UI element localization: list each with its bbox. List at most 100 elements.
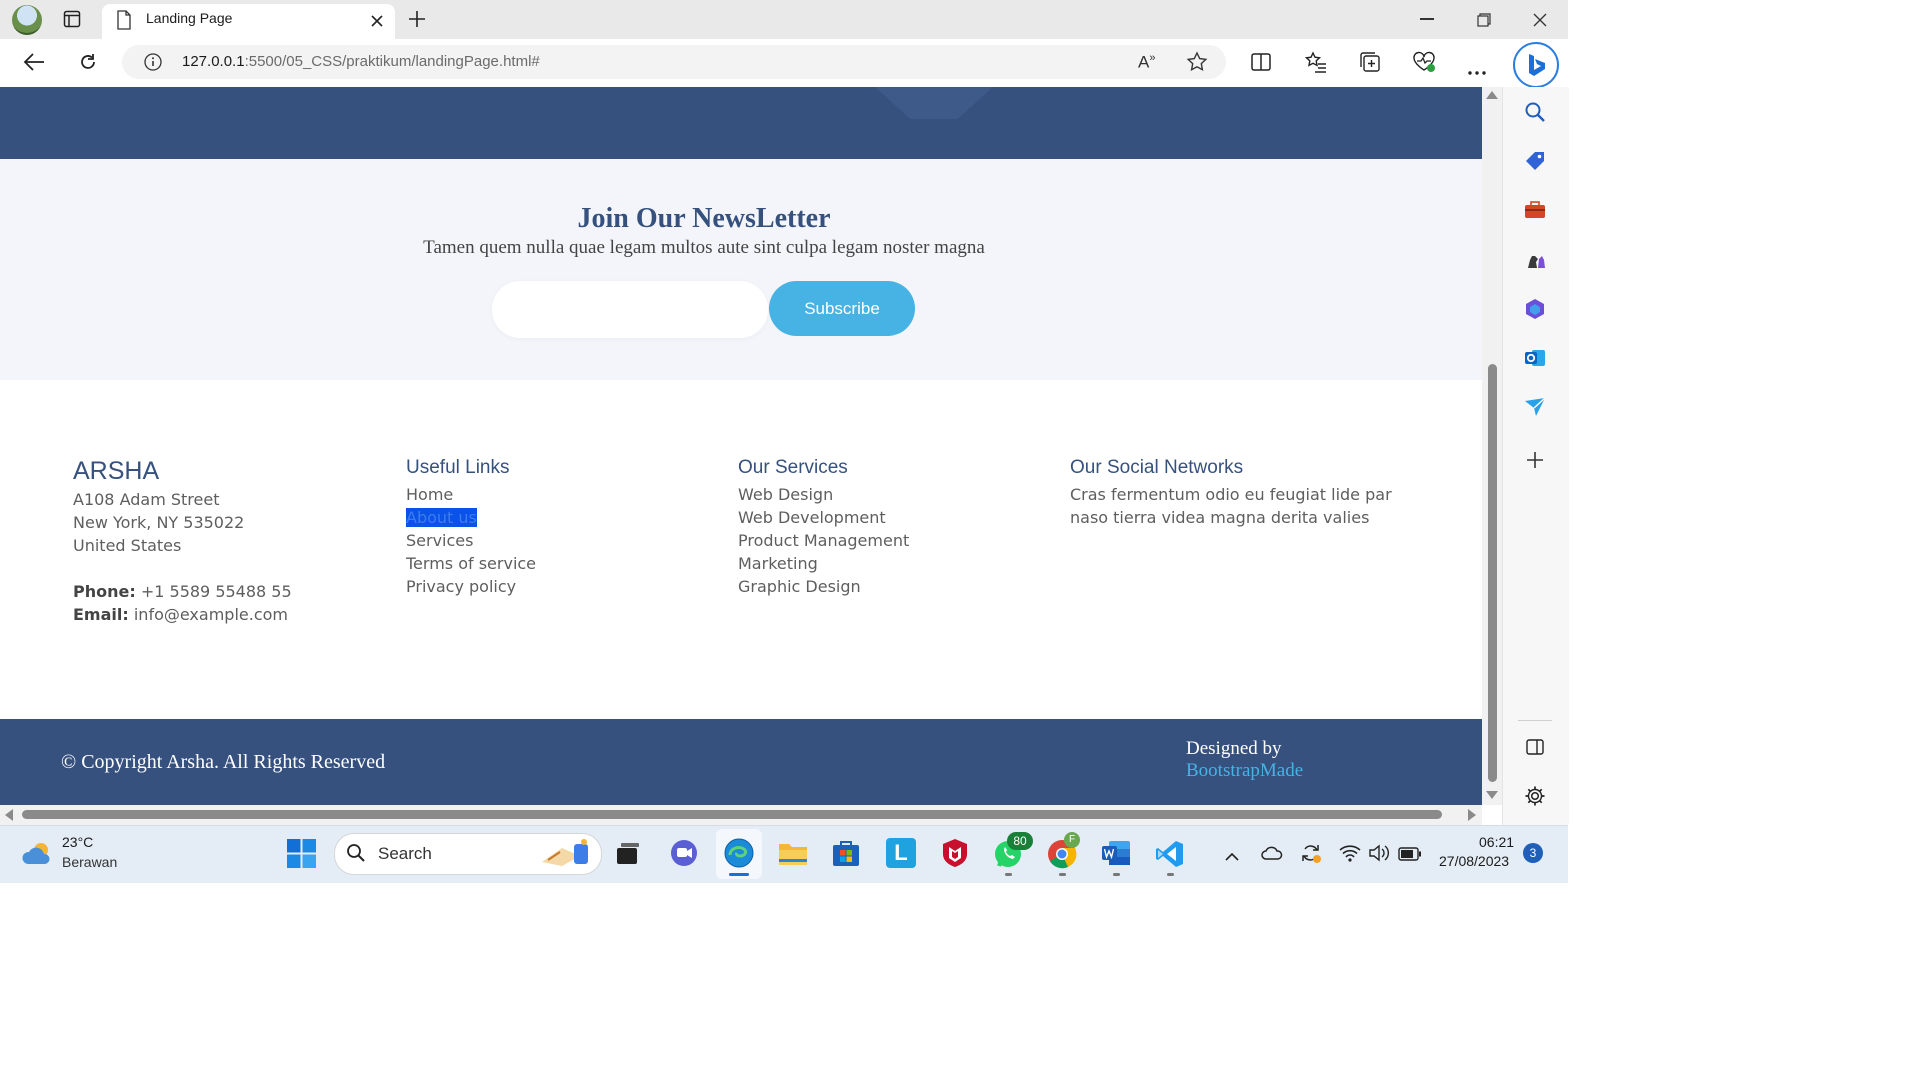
phone-label: Phone: [73,582,136,601]
clock-date[interactable]: 27/08/2023 [1439,853,1509,869]
tab-title: Landing Page [146,10,233,26]
social-title: Our Social Networks [1070,457,1244,478]
close-tab-icon[interactable] [370,13,384,27]
edge-running-indicator [729,873,749,876]
task-view-icon[interactable] [615,840,641,866]
collections-icon[interactable] [1359,51,1381,73]
vscode-icon[interactable] [1155,839,1185,869]
search-icon[interactable] [1524,101,1546,123]
restore-icon[interactable] [1477,12,1491,27]
read-aloud-icon[interactable]: A» [1138,52,1155,73]
profile-avatar[interactable] [12,5,42,35]
service-link[interactable]: Web Design [738,483,909,506]
footer-link-services[interactable]: Services [406,529,536,552]
vertical-scroll-thumb[interactable] [1488,364,1497,782]
split-screen-icon[interactable] [1251,52,1271,72]
useful-links-list: Home About us Services Terms of service … [406,483,536,598]
whatsapp-badge: 80 [1007,832,1033,850]
games-icon[interactable] [1524,248,1546,270]
newsletter-title: Join Our NewsLetter [577,203,831,234]
footer-link-home[interactable]: Home [406,483,536,506]
settings-gear-icon[interactable] [1524,785,1546,807]
mcafee-icon[interactable] [941,838,969,868]
notification-badge[interactable]: 3 [1523,843,1543,863]
back-icon[interactable] [23,52,45,72]
scroll-down-arrow-icon[interactable] [1486,791,1498,799]
scroll-right-arrow-icon[interactable] [1468,809,1476,821]
designed-by: Designed by BootstrapMade [1186,738,1303,782]
outlook-icon[interactable] [1524,347,1546,369]
footer-email: Email: info@example.com [73,603,292,626]
search-highlight-icon [538,836,596,870]
bing-copilot-icon[interactable] [1513,42,1559,88]
url-text[interactable]: 127.0.0.1:5500/05_CSS/praktikum/landingP… [182,53,540,70]
scroll-up-arrow-icon[interactable] [1486,91,1498,99]
launcher-l-icon[interactable]: L [886,838,916,868]
windows-start-icon[interactable] [287,839,316,868]
service-link[interactable]: Product Management [738,529,909,552]
whatsapp-running-indicator [1005,873,1012,876]
horizontal-scroll-thumb[interactable] [22,810,1442,819]
favorite-star-icon[interactable] [1186,51,1208,73]
services-list: Web Design Web Development Product Manag… [738,483,909,598]
service-link[interactable]: Marketing [738,552,909,575]
weather-temp: 23°C [62,834,94,850]
close-window-icon[interactable] [1533,12,1547,27]
scroll-left-arrow-icon[interactable] [5,809,13,821]
site-info-icon[interactable] [144,53,162,71]
refresh-icon[interactable] [78,52,98,72]
edge-browser-icon[interactable] [724,838,754,868]
shopping-tag-icon[interactable] [1524,150,1546,172]
wifi-icon[interactable] [1339,844,1361,862]
newsletter-email-input[interactable] [492,281,768,338]
tab-actions-icon[interactable] [63,10,81,28]
add-sidebar-app-icon[interactable] [1526,451,1544,469]
address-line: United States [73,536,182,555]
useful-links-title: Useful Links [406,457,510,478]
footer-link-about[interactable]: About us [406,508,477,527]
onedrive-cloud-icon[interactable] [1261,845,1283,861]
word-icon[interactable] [1101,839,1131,867]
volume-icon[interactable] [1368,844,1390,862]
clock-time[interactable]: 06:21 [1479,834,1514,850]
sidebar-divider [1518,720,1552,721]
hide-sidebar-icon[interactable] [1526,739,1544,755]
chrome-profile-badge: F [1064,832,1080,848]
copyright-text: © Copyright Arsha. All Rights Reserved [61,751,386,773]
newsletter-section [0,159,1482,380]
minimize-icon[interactable] [1420,18,1434,20]
social-text-line: naso tierra videa magna derita valies [1070,508,1370,527]
vscode-running-indicator [1167,873,1174,876]
microsoft-365-icon[interactable] [1524,298,1546,320]
tools-icon[interactable] [1524,200,1546,220]
footer-link-terms[interactable]: Terms of service [406,552,536,575]
teams-chat-icon[interactable] [670,839,698,867]
footer-address: A108 Adam Street New York, NY 535022 Uni… [73,488,292,626]
address-line: A108 Adam Street [73,490,220,509]
sync-icon[interactable] [1300,842,1322,864]
send-icon[interactable] [1524,397,1546,417]
browser-essentials-icon[interactable] [1412,51,1436,73]
favorites-icon[interactable] [1304,51,1327,73]
hero-section [0,87,1482,159]
email-value: info@example.com [133,605,288,624]
file-explorer-icon[interactable] [778,840,808,866]
footer-link-privacy[interactable]: Privacy policy [406,575,536,598]
more-options-icon[interactable] [1467,60,1487,75]
page-icon [116,10,132,30]
service-link[interactable]: Web Development [738,506,909,529]
new-tab-icon[interactable] [408,10,426,28]
chrome-running-indicator [1059,873,1066,876]
subscribe-button[interactable]: Subscribe [769,281,915,336]
page-viewport: Join Our NewsLetter Tamen quem nulla qua… [0,87,1482,805]
bootstrapmade-link[interactable]: BootstrapMade [1186,760,1303,782]
service-link[interactable]: Graphic Design [738,575,909,598]
battery-icon[interactable] [1398,846,1422,861]
url-path: :5500/05_CSS/praktikum/landingPage.html# [244,53,540,70]
social-text: Cras fermentum odio eu feugiat lide par … [1070,483,1392,529]
weather-cloud-icon[interactable] [22,840,54,866]
url-host: 127.0.0.1 [182,53,245,70]
services-title: Our Services [738,457,848,478]
show-hidden-icons-chevron-icon[interactable] [1225,847,1239,861]
microsoft-store-icon[interactable] [832,839,860,867]
